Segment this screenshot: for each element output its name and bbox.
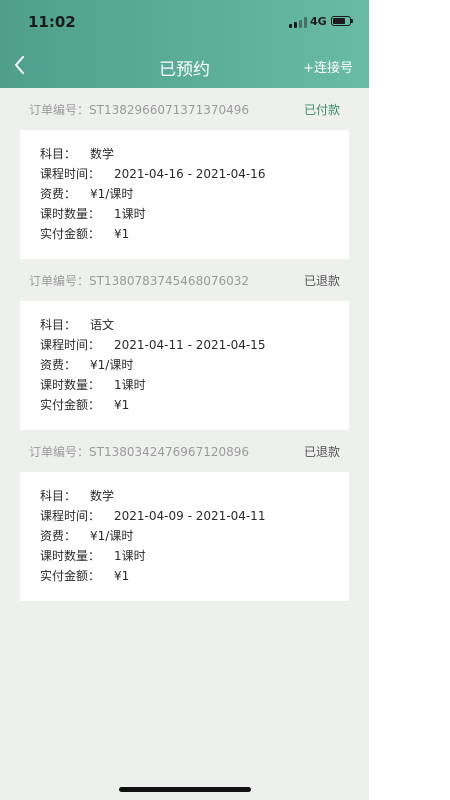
signal-icon — [289, 17, 307, 28]
fee-value: ¥1/课时 — [90, 529, 134, 543]
course-time-value: 2021-04-11 - 2021-04-15 — [114, 338, 266, 352]
course-time-value: 2021-04-09 - 2021-04-11 — [114, 509, 266, 523]
fee-label: 资费： — [40, 358, 77, 372]
lesson-count-row: 课时数量： 1课时 — [40, 205, 349, 225]
course-time-label: 课程时间： — [40, 167, 101, 181]
paid-amount-label: 实付金额： — [40, 569, 101, 583]
order-list: 订单编号：ST1382966071371370496 已付款 科目： 数学 课程时… — [0, 88, 369, 601]
battery-icon — [331, 16, 353, 26]
fee-label: 资费： — [40, 529, 77, 543]
course-time-row: 课程时间： 2021-04-11 - 2021-04-15 — [40, 336, 349, 356]
lesson-count-label: 课时数量： — [40, 207, 101, 221]
lesson-count-label: 课时数量： — [40, 378, 101, 392]
paid-amount-value: ¥1 — [114, 227, 130, 241]
nav-bar: 已预约 +连接号 — [0, 44, 369, 88]
subject-value: 数学 — [90, 489, 115, 503]
paid-amount-row: 实付金额： ¥1 — [40, 225, 349, 245]
paid-amount-label: 实付金额： — [40, 398, 101, 412]
lesson-count-value: 1课时 — [114, 549, 146, 563]
subject-label: 科目： — [40, 489, 77, 503]
subject-label: 科目： — [40, 147, 77, 161]
order-number: 订单编号：ST1380783745468076032 — [29, 274, 250, 288]
subject-value: 数学 — [90, 147, 115, 161]
order-card[interactable]: 科目： 数学 课程时间： 2021-04-09 - 2021-04-11 资费： ¥1… — [20, 472, 349, 601]
header: 11:02 4G 已预约 +连接号 — [0, 0, 369, 88]
paid-amount-value: ¥1 — [114, 398, 130, 412]
status-time: 11:02 — [28, 13, 76, 31]
lesson-count-label: 课时数量： — [40, 549, 101, 563]
lesson-count-value: 1课时 — [114, 378, 146, 392]
order-header: 订单编号：ST1380342476967120896 已退款 — [0, 430, 369, 472]
order-status: 已付款 — [303, 103, 340, 117]
course-time-row: 课程时间： 2021-04-09 - 2021-04-11 — [40, 507, 349, 527]
subject-row: 科目： 语文 — [40, 316, 349, 336]
fee-row: 资费： ¥1/课时 — [40, 185, 349, 205]
add-connection-button[interactable]: +连接号 — [303, 57, 353, 76]
network-type: 4G — [310, 15, 327, 28]
app-screen: 11:02 4G 已预约 +连接号 订单编号：ST138296607137137… — [0, 0, 369, 800]
paid-amount-value: ¥1 — [114, 569, 130, 583]
status-bar: 11:02 4G — [0, 0, 369, 44]
paid-amount-row: 实付金额： ¥1 — [40, 567, 349, 587]
course-time-value: 2021-04-16 - 2021-04-16 — [114, 167, 266, 181]
fee-row: 资费： ¥1/课时 — [40, 527, 349, 547]
paid-amount-row: 实付金额： ¥1 — [40, 396, 349, 416]
subject-value: 语文 — [90, 318, 115, 332]
paid-amount-label: 实付金额： — [40, 227, 101, 241]
order-number: 订单编号：ST1382966071371370496 — [29, 103, 250, 117]
lesson-count-value: 1课时 — [114, 207, 146, 221]
fee-value: ¥1/课时 — [90, 187, 134, 201]
order-status: 已退款 — [303, 274, 340, 288]
order-header: 订单编号：ST1380783745468076032 已退款 — [0, 259, 369, 301]
lesson-count-row: 课时数量： 1课时 — [40, 547, 349, 567]
lesson-count-row: 课时数量： 1课时 — [40, 376, 349, 396]
course-time-row: 课程时间： 2021-04-16 - 2021-04-16 — [40, 165, 349, 185]
fee-value: ¥1/课时 — [90, 358, 134, 372]
course-time-label: 课程时间： — [40, 338, 101, 352]
order-status: 已退款 — [303, 445, 340, 459]
subject-row: 科目： 数学 — [40, 487, 349, 507]
order-card[interactable]: 科目： 语文 课程时间： 2021-04-11 - 2021-04-15 资费： ¥1… — [20, 301, 349, 430]
order-header: 订单编号：ST1382966071371370496 已付款 — [0, 88, 369, 130]
course-time-label: 课程时间： — [40, 509, 101, 523]
order-number: 订单编号：ST1380342476967120896 — [29, 445, 250, 459]
fee-label: 资费： — [40, 187, 77, 201]
order-card[interactable]: 科目： 数学 课程时间： 2021-04-16 - 2021-04-16 资费： ¥1… — [20, 130, 349, 259]
fee-row: 资费： ¥1/课时 — [40, 356, 349, 376]
subject-label: 科目： — [40, 318, 77, 332]
subject-row: 科目： 数学 — [40, 145, 349, 165]
home-indicator — [119, 787, 251, 792]
